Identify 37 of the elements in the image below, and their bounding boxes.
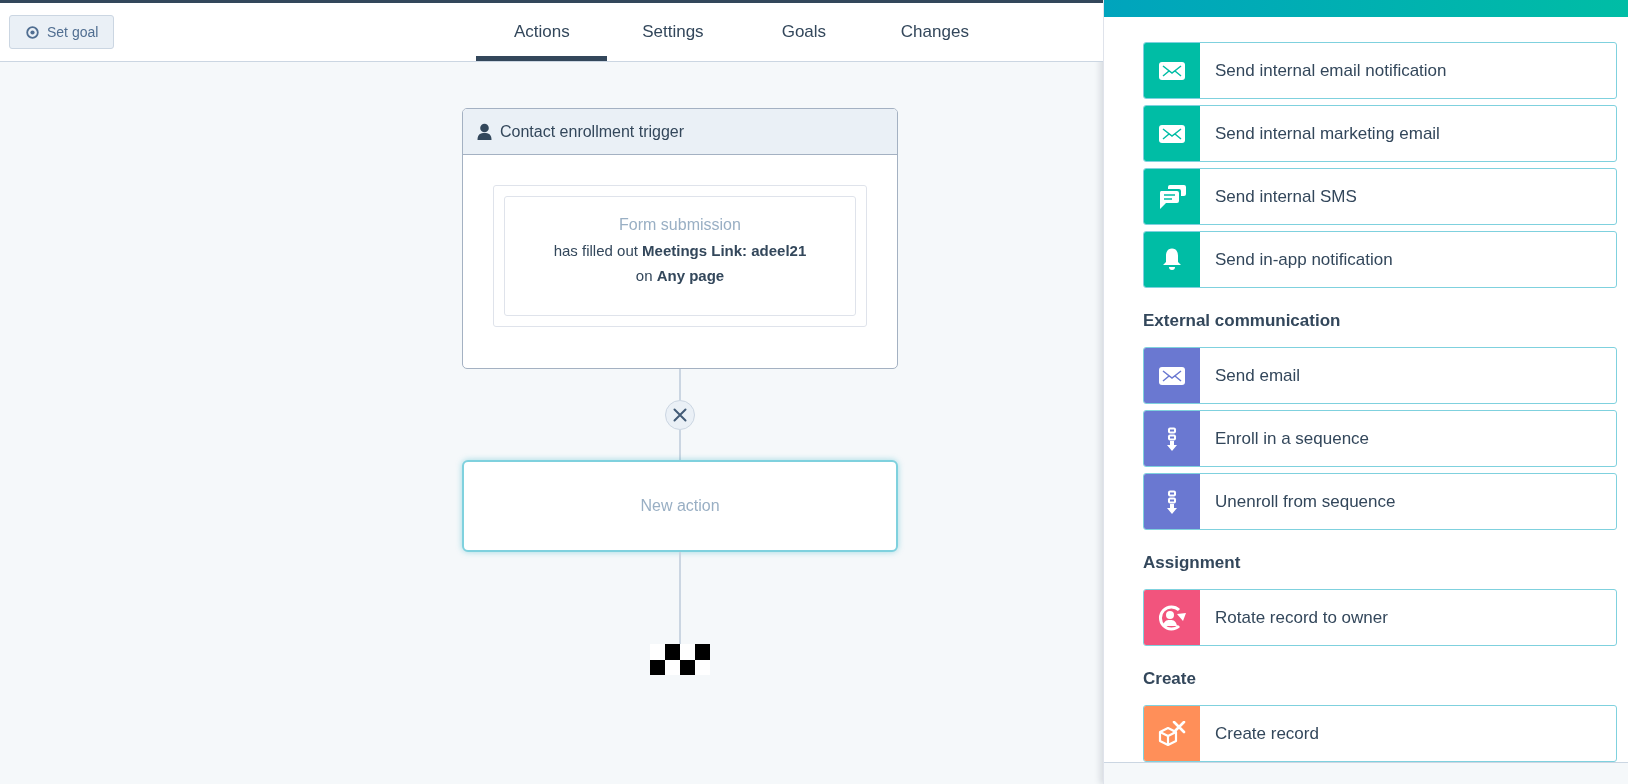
chat-bubbles-icon: [1158, 184, 1186, 209]
envelope-icon: [1159, 61, 1185, 80]
bell-icon: [1162, 248, 1182, 271]
checkered-flag-icon: [650, 644, 710, 675]
section-heading: Create: [1143, 668, 1197, 690]
action-item[interactable]: Send internal marketing email: [1143, 105, 1617, 162]
filter-page: on Any page: [635, 267, 725, 284]
close-icon: [673, 408, 687, 422]
box-icon: [1158, 720, 1186, 747]
close-button[interactable]: [665, 400, 695, 430]
action-item[interactable]: Unenroll from sequence: [1143, 473, 1617, 530]
action-item[interactable]: Create record: [1143, 705, 1617, 762]
envelope-icon: [1159, 124, 1185, 143]
filter-type: Form submission: [619, 216, 741, 234]
action-item[interactable]: Rotate record to owner: [1143, 589, 1617, 646]
section-heading: Assignment: [1143, 552, 1242, 574]
action-item[interactable]: Send internal email notification: [1143, 42, 1617, 99]
person-rotate-icon: [1157, 603, 1187, 632]
tab[interactable]: Goals: [738, 3, 870, 61]
sequence-icon: [1166, 426, 1178, 451]
target-icon: [26, 25, 39, 39]
action-item[interactable]: Send email: [1143, 347, 1617, 404]
trigger-card[interactable]: Contact enrollment trigger Form submission has filled out Meetings Link: adeel21 on Any page: [462, 108, 898, 369]
person-icon: [477, 123, 492, 140]
tab[interactable]: Changes: [869, 3, 1001, 61]
tab[interactable]: Actions: [476, 3, 608, 61]
set-goal-button[interactable]: Set goal: [9, 15, 115, 49]
sequence-icon: [1166, 489, 1178, 514]
tab[interactable]: Settings: [607, 3, 739, 61]
section-heading: External communication: [1143, 310, 1342, 332]
trigger-title: Contact enrollment trigger: [500, 122, 685, 141]
action-item[interactable]: Enroll in a sequence: [1143, 410, 1617, 467]
filter-card[interactable]: Form submission has filled out Meetings Link: adeel21 on Any page: [504, 196, 856, 316]
filter-condition: has filled out Meetings Link: adeel21: [553, 242, 807, 259]
action-item[interactable]: Send in-app notification: [1143, 231, 1617, 288]
action-item[interactable]: Send internal SMS: [1143, 168, 1617, 225]
envelope-icon: [1159, 366, 1185, 385]
